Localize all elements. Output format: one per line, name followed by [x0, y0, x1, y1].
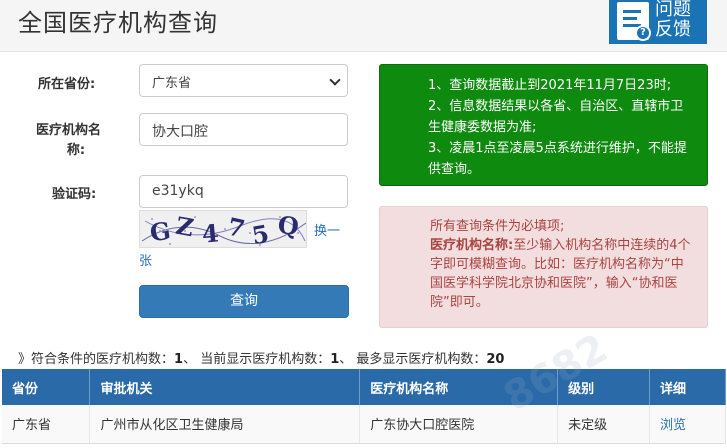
question-icon: ? [635, 25, 651, 41]
column-header: 级别 [557, 369, 650, 405]
search-hint: 所有查询条件为必填项; 医疗机构名称:至少输入机构名称中连续的4个字即可模糊查询… [379, 206, 708, 328]
province-select[interactable]: 广东省 [139, 64, 348, 97]
hint-line: 所有查询条件为必填项; [430, 219, 565, 234]
shown-count: 1 [330, 352, 340, 367]
matched-count: 1 [174, 352, 184, 367]
province-label: 所在省份: [38, 77, 96, 92]
feedback-label: 问题 反馈 [655, 0, 691, 40]
captcha-char: Q [276, 210, 301, 242]
hint-line: 医疗机构名称:至少输入机构名称中连续的4个字即可模糊查询。比如：医疗机构名称为“… [430, 238, 691, 310]
cell-org-name: 广东协大口腔医院 [359, 405, 559, 444]
column-header: 医疗机构名称 [359, 369, 559, 405]
feedback-doc-icon: ? [617, 2, 651, 41]
page-title: 全国医疗机构查询 [18, 9, 218, 37]
captcha-char: 4 [200, 218, 220, 248]
captcha-image: G Z 4 7 5 Q [139, 210, 307, 248]
results-table: 省份 审批机关 医疗机构名称 级别 详细 广东省 广州市从化区卫生健康局 广东协… [2, 369, 726, 444]
province-value: 广东省 [152, 76, 192, 91]
result-summary: 》符合条件的医疗机构数：1、 当前显示医疗机构数：1、 最多显示医疗机构数：20 [18, 352, 505, 367]
column-header: 省份 [2, 369, 91, 405]
notice-line: 3、凌晨1点至凌晨5点系统进行维护，不能提供查询。 [428, 141, 687, 177]
refresh-captcha-link[interactable]: 换一 [314, 220, 340, 239]
cell-authority: 广州市从化区卫生健康局 [89, 405, 361, 444]
notice-line: 1、查询数据截止到2021年11月7日23时; [428, 78, 672, 93]
feedback-button[interactable]: ? 问题 反馈 [609, 0, 707, 44]
column-header: 详细 [649, 369, 726, 405]
captcha-input[interactable]: e31ykq [139, 175, 348, 208]
chevron-down-icon [329, 74, 341, 86]
max-count: 20 [486, 352, 505, 367]
refresh-captcha-link-cont[interactable]: 张 [139, 250, 152, 269]
table-row: 广东省 广州市从化区卫生健康局 广东协大口腔医院 未定级 浏览 [2, 405, 726, 444]
org-name-label: 医疗机构名 称: [36, 123, 102, 158]
column-header: 审批机关 [89, 369, 361, 405]
notice-line: 2、信息数据结果以各省、自治区、直辖市卫生健康委数据为准; [428, 99, 684, 135]
query-button[interactable]: 查询 [139, 285, 349, 318]
view-detail-link[interactable]: 浏览 [649, 405, 726, 444]
cell-province: 广东省 [2, 405, 91, 444]
data-notice: 1、查询数据截止到2021年11月7日23时; 2、信息数据结果以各省、自治区、… [379, 64, 708, 186]
org-name-input[interactable]: 协大口腔 [139, 113, 348, 146]
table-header-row: 省份 审批机关 医疗机构名称 级别 详细 [2, 369, 726, 405]
captcha-char: G [148, 215, 173, 248]
cell-level: 未定级 [557, 405, 650, 444]
captcha-label: 验证码: [52, 187, 97, 202]
